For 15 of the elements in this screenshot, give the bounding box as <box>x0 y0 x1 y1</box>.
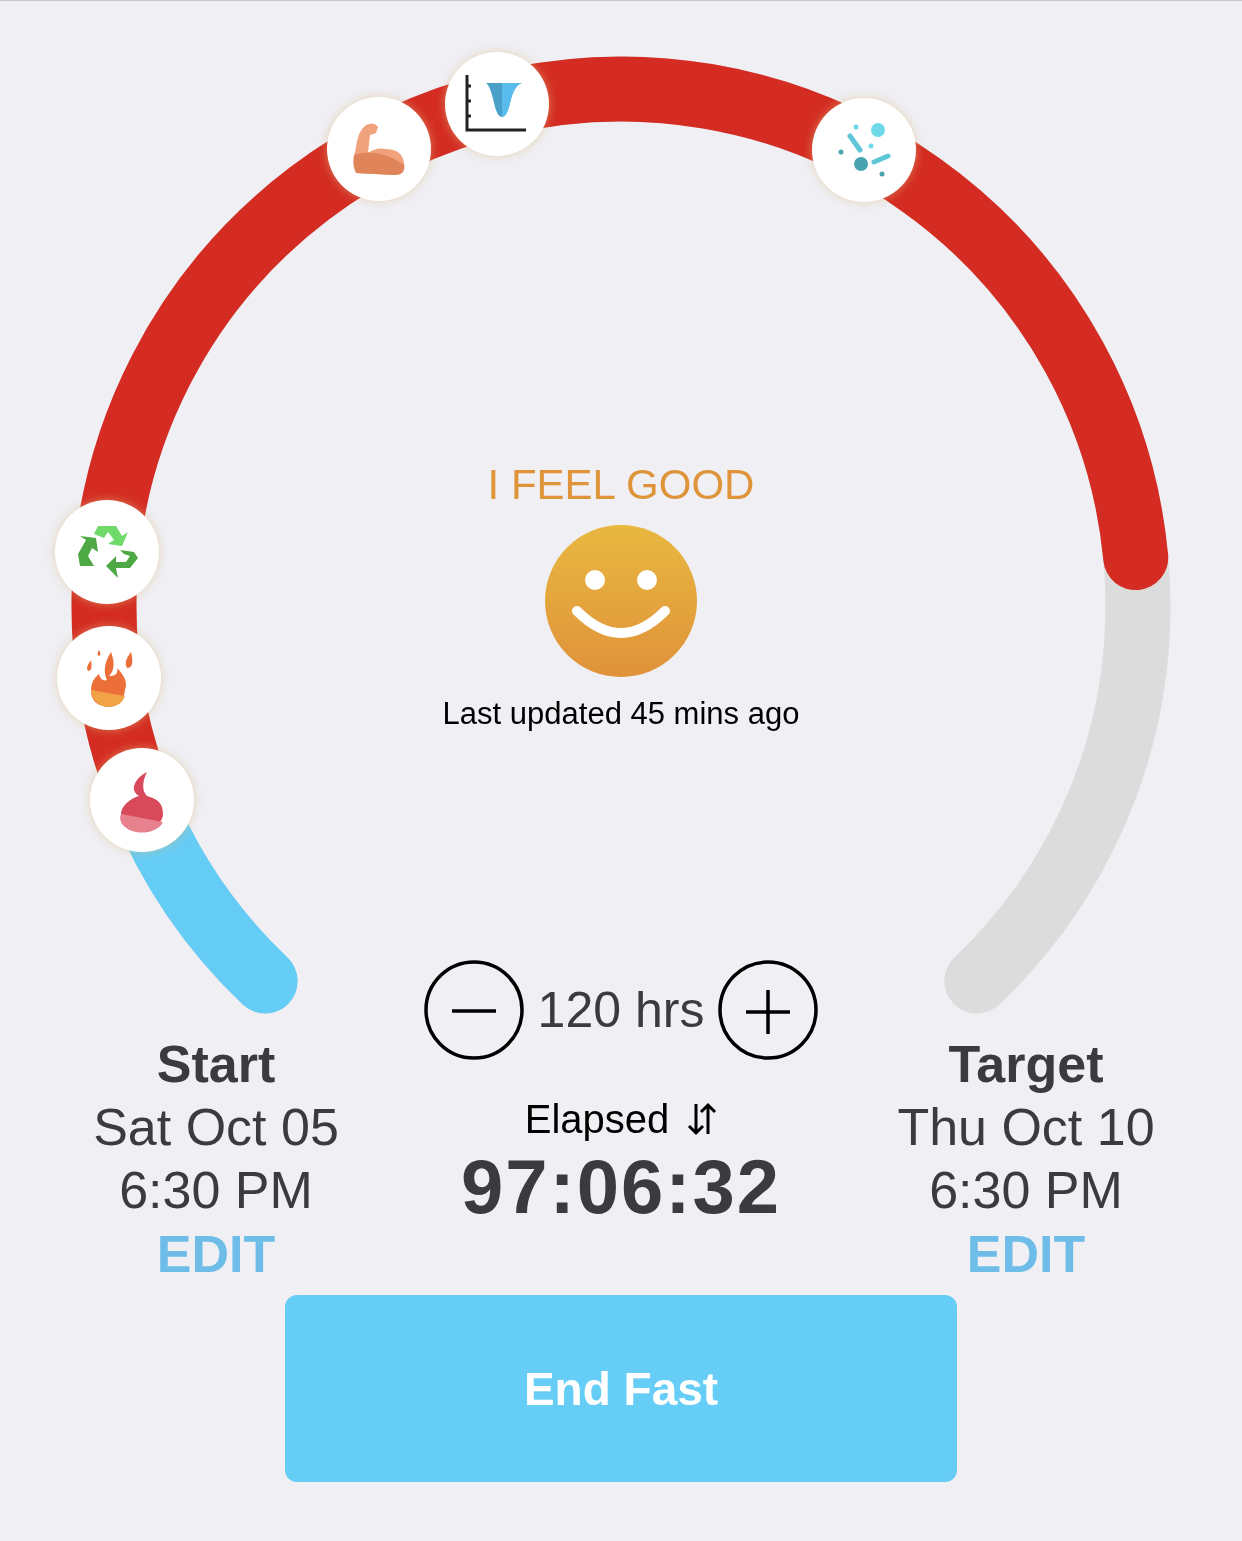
time-text: 6:30 PM <box>119 1160 313 1221</box>
elapsed-label: Elapsed <box>524 1096 670 1143</box>
date-text: Thu Oct 10 <box>897 1097 1155 1158</box>
date-title: Target <box>948 1034 1104 1095</box>
date-text: Sat Oct 05 <box>93 1097 339 1158</box>
end-fast-button[interactable]: End Fast <box>285 1295 957 1482</box>
elapsed-timer: 97:06:32 <box>460 1147 782 1227</box>
edit-link[interactable]: EDIT <box>156 1222 276 1286</box>
date-title: Start <box>156 1034 276 1095</box>
swap-arrows-icon[interactable] <box>687 1102 718 1136</box>
decrease-button[interactable] <box>423 960 524 1060</box>
edit-link[interactable]: EDIT <box>966 1222 1086 1286</box>
increase-button[interactable] <box>718 960 819 1060</box>
time-text: 6:30 PM <box>929 1160 1123 1221</box>
goal-hours-text: 120 hrs <box>537 981 705 1039</box>
